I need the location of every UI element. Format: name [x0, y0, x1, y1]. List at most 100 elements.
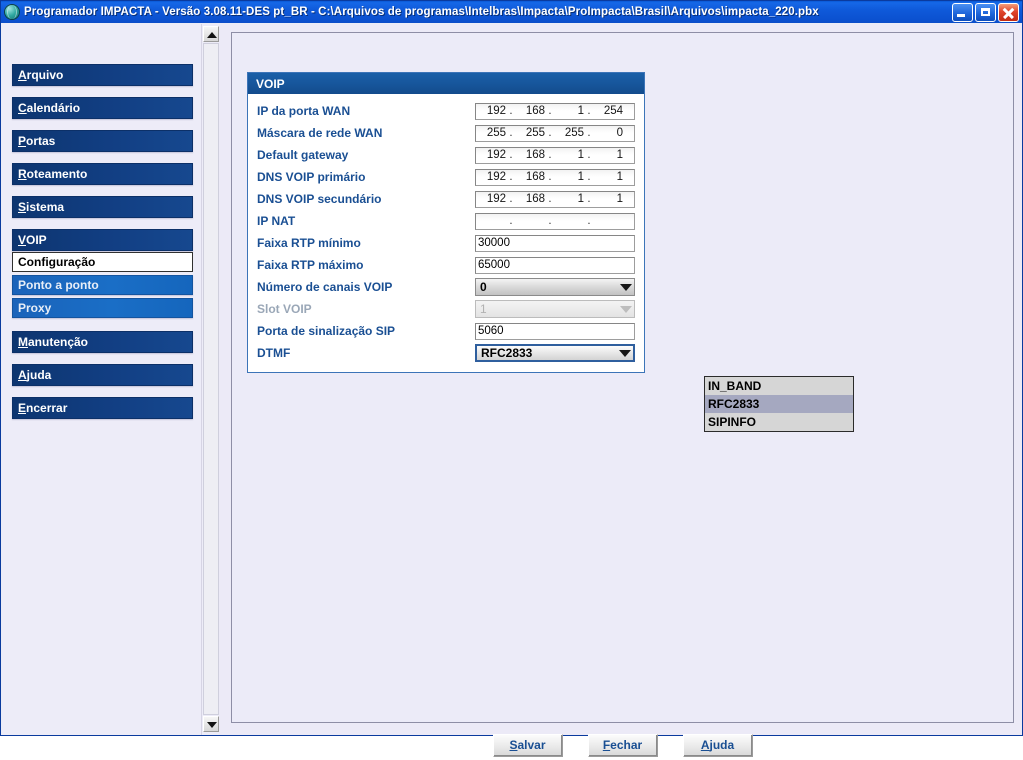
form-row-dns-voip-secund-rio: DNS VOIP secundário 192. 168. 1. 1 [257, 188, 635, 210]
label-default-gateway: Default gateway [257, 148, 349, 162]
dropdown-option-rfc2833[interactable]: RFC2833 [705, 395, 853, 413]
combo-value: RFC2833 [481, 346, 533, 360]
ip-input-default-gateway[interactable]: 192. 168. 1. 1 [475, 146, 635, 164]
restore-icon[interactable] [975, 2, 996, 22]
sidebar-item-arquivo[interactable]: Arquivo [12, 64, 193, 86]
ip-octet[interactable]: 1 [554, 171, 585, 183]
ip-input-dns-voip-prim-rio[interactable]: 192. 168. 1. 1 [475, 168, 635, 186]
sidebar-item-voip[interactable]: VOIP [12, 229, 193, 251]
dropdown-option-sipinfo[interactable]: SIPINFO [705, 413, 853, 431]
ip-octet[interactable]: 1 [593, 193, 624, 205]
ip-input-ip-da-porta-wan[interactable]: 192. 168. 1. 254 [475, 102, 635, 120]
label-ip-nat: IP NAT [257, 214, 296, 228]
salvar-button[interactable]: Salvar [492, 733, 563, 757]
window-controls [952, 2, 1022, 22]
sidebar-item-proxy[interactable]: Proxy [12, 298, 193, 318]
text-input-faixa-rtp-m-nimo[interactable]: 30000 [475, 234, 635, 252]
ip-octet[interactable]: 0 [593, 127, 624, 139]
ip-octet[interactable]: 1 [593, 149, 624, 161]
combo-n-mero-de-canais-voip[interactable]: 0 [475, 278, 635, 296]
combo-dtmf[interactable]: RFC2833 [475, 344, 635, 362]
sidebar-item-sistema[interactable]: Sistema [12, 196, 193, 218]
ip-octet[interactable]: 168 [515, 171, 546, 183]
ip-octet[interactable]: 192 [476, 149, 507, 161]
ip-octet[interactable]: 168 [515, 193, 546, 205]
ip-octet[interactable]: 1 [554, 193, 585, 205]
chevron-down-icon[interactable] [616, 346, 633, 360]
title-bar: Programador IMPACTA - Versão 3.08.11-DES… [1, 1, 1022, 23]
label-dns-voip-secund-rio: DNS VOIP secundário [257, 192, 382, 206]
chevron-down-icon[interactable] [617, 301, 634, 317]
sidebar-item-label: Sistema [18, 200, 65, 214]
ip-octet[interactable]: 1 [554, 105, 585, 117]
form-row-default-gateway: Default gateway 192. 168. 1. 1 [257, 144, 635, 166]
sidebar-item-encerrar[interactable]: Encerrar [12, 397, 193, 419]
text-input-porta-de-sinaliza-o-sip[interactable]: 5060 [475, 322, 635, 340]
chevron-down-icon[interactable] [617, 279, 634, 295]
sidebar-item-label: Portas [18, 134, 56, 148]
ip-octet[interactable]: 255 [554, 127, 585, 139]
ip-input-dns-voip-secund-rio[interactable]: 192. 168. 1. 1 [475, 190, 635, 208]
sidebar-item-label: Configuração [18, 255, 96, 269]
dropdown-option-in_band[interactable]: IN_BAND [705, 377, 853, 395]
window-title: Programador IMPACTA - Versão 3.08.11-DES… [24, 6, 819, 18]
scroll-down-arrow[interactable] [203, 716, 219, 732]
ip-octet[interactable]: 255 [515, 127, 546, 139]
sidebar-item-ajuda[interactable]: Ajuda [12, 364, 193, 386]
ip-separator: . [548, 215, 552, 227]
sidebar-scrollbar[interactable] [201, 24, 219, 735]
ip-input-m-scara-de-rede-wan[interactable]: 255. 255. 255. 0 [475, 124, 635, 142]
ip-input-ip-nat[interactable]: ... [475, 212, 635, 230]
app-globe-icon [4, 4, 20, 20]
sidebar-item-manuten-o[interactable]: Manutenção [12, 331, 193, 353]
dtmf-dropdown-list[interactable]: IN_BAND RFC2833 SIPINFO [704, 376, 854, 432]
ip-separator: . [587, 171, 591, 183]
ip-octet[interactable]: 254 [593, 105, 624, 117]
ip-octet[interactable]: 255 [476, 127, 507, 139]
form-row-dtmf: DTMF RFC2833 [257, 342, 635, 364]
button-label: Fechar [602, 738, 643, 752]
ip-separator: . [509, 149, 513, 161]
form-row-m-scara-de-rede-wan: Máscara de rede WAN 255. 255. 255. 0 [257, 122, 635, 144]
ip-octet[interactable]: 192 [476, 171, 507, 183]
form-row-ip-nat: IP NAT... [257, 210, 635, 232]
client-area: Arquivo Calendário Portas Roteamento Sistema… [2, 24, 1022, 757]
main-content-area: VOIP IP da porta WAN 192. 168. 1. 254 Máscara… [231, 32, 1014, 723]
form-row-ip-da-porta-wan: IP da porta WAN 192. 168. 1. 254 [257, 100, 635, 122]
sidebar-item-portas[interactable]: Portas [12, 130, 193, 152]
ip-separator: . [548, 171, 552, 183]
scroll-up-arrow[interactable] [203, 26, 219, 42]
button-label: Ajuda [700, 738, 735, 752]
form-row-porta-de-sinaliza-o-sip: Porta de sinalização SIP 5060 [257, 320, 635, 342]
close-icon[interactable] [998, 2, 1019, 22]
sidebar-item-configura-o[interactable]: Configuração [12, 252, 193, 272]
ip-octet[interactable]: 168 [515, 149, 546, 161]
ip-separator: . [548, 149, 552, 161]
ip-octet[interactable]: 168 [515, 105, 546, 117]
sidebar-item-calend-rio[interactable]: Calendário [12, 97, 193, 119]
ip-octet[interactable]: 192 [476, 193, 507, 205]
ip-octet[interactable]: 1 [593, 171, 624, 183]
sidebar-item-label: Arquivo [18, 68, 64, 82]
scrollbar-track[interactable] [203, 43, 219, 715]
sidebar-item-ponto-a-ponto[interactable]: Ponto a ponto [12, 275, 193, 295]
minimize-icon[interactable] [952, 2, 973, 22]
ip-separator: . [587, 127, 591, 139]
ip-separator: . [509, 127, 513, 139]
label-faixa-rtp-m-nimo: Faixa RTP mínimo [257, 236, 361, 250]
ip-separator: . [587, 193, 591, 205]
label-m-scara-de-rede-wan: Máscara de rede WAN [257, 126, 383, 140]
text-input-faixa-rtp-m-ximo[interactable]: 65000 [475, 256, 635, 274]
ip-separator: . [509, 193, 513, 205]
sidebar-item-label: Manutenção [18, 335, 89, 349]
panel-title: VOIP [248, 73, 644, 94]
sidebar-item-roteamento[interactable]: Roteamento [12, 163, 193, 185]
ip-octet[interactable]: 1 [554, 149, 585, 161]
form-row-faixa-rtp-m-ximo: Faixa RTP máximo 65000 [257, 254, 635, 276]
ip-octet[interactable]: 192 [476, 105, 507, 117]
label-porta-de-sinaliza-o-sip: Porta de sinalização SIP [257, 324, 396, 338]
ip-separator: . [587, 105, 591, 117]
form-row-faixa-rtp-m-nimo: Faixa RTP mínimo 30000 [257, 232, 635, 254]
fechar-button[interactable]: Fechar [587, 733, 658, 757]
ajuda-button[interactable]: Ajuda [682, 733, 753, 757]
